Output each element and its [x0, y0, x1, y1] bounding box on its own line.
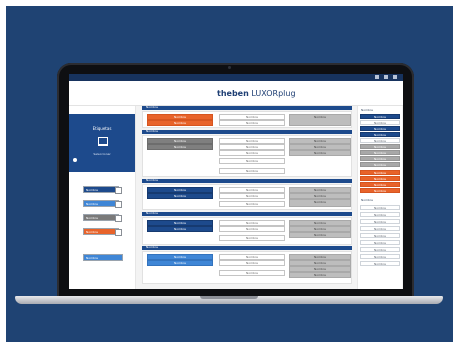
laptop-screen: theben LUXORplug Etiquetas Seleccionar N… [69, 74, 403, 289]
row-cell[interactable]: Nombre [147, 260, 213, 266]
sidebar-checkbox-2[interactable] [115, 201, 122, 208]
status-cell: Nombre [289, 199, 351, 207]
window-titlebar [69, 74, 403, 81]
right-panel-item[interactable]: Nombre [360, 156, 400, 161]
sidebar-button-4[interactable]: Nombre [83, 228, 119, 235]
right-panel-item[interactable]: Nombre [360, 170, 400, 175]
right-panel-item[interactable]: Nombre [360, 182, 400, 187]
section-header: Nombre [142, 129, 352, 134]
maximize-icon[interactable] [384, 75, 388, 79]
status-cell: Nombre [289, 114, 351, 126]
row-cell[interactable]: Nombre [219, 150, 285, 156]
nav-indicator-dot [73, 158, 77, 162]
sidebar-button-3[interactable]: Nombre [83, 214, 119, 221]
main-content: Nombre Nombre Nombre Nombre Nombre Nombr… [142, 105, 352, 289]
section-header: Nombre [142, 245, 352, 250]
minimize-icon[interactable] [375, 75, 379, 79]
right-panel-item[interactable]: Nombre [360, 254, 400, 259]
right-panel-heading: Nombre [360, 108, 400, 113]
sidebar-button-1[interactable]: Nombre [83, 186, 119, 193]
right-panel-item[interactable]: Nombre [360, 233, 400, 238]
laptop-base-notch [200, 296, 258, 299]
sidebar-button-5[interactable]: Nombre [83, 254, 123, 261]
section-header: Nombre [142, 211, 352, 216]
section-body: Nombre Nombre Nombre Nombre Nombre Nombr… [142, 251, 352, 284]
brand-logo: theben LUXORplug [217, 89, 296, 98]
section-header: Nombre [142, 178, 352, 183]
sidebar-button-2[interactable]: Nombre [83, 200, 119, 207]
right-panel-heading: Nombre [360, 198, 400, 203]
nav-card-subtitle: Seleccionar [93, 152, 111, 156]
section-body: Nombre Nombre Nombre Nombre Nombre Nombr… [142, 135, 352, 177]
row-cell[interactable]: Nombre [219, 270, 285, 276]
right-panel-item[interactable]: Nombre [360, 132, 400, 137]
right-panel-item[interactable]: Nombre [360, 240, 400, 245]
sidebar-checkbox-4[interactable] [115, 229, 122, 236]
sidebar-checkbox-1[interactable] [115, 187, 122, 194]
status-cell: Nombre [289, 272, 351, 278]
row-cell[interactable]: Nombre [147, 226, 213, 232]
row-cell[interactable]: Nombre [219, 158, 285, 164]
right-panel-item[interactable]: Nombre [360, 162, 400, 167]
right-panel-item[interactable]: Nombre [360, 120, 400, 125]
sidebar-checkbox-3[interactable] [115, 215, 122, 222]
row-cell[interactable]: Nombre [219, 201, 285, 207]
row-cell[interactable]: Nombre [147, 120, 213, 126]
row-cell[interactable]: Nombre [219, 168, 285, 174]
right-panel-item[interactable]: Nombre [360, 212, 400, 217]
right-panel-item[interactable]: Nombre [360, 126, 400, 131]
nav-card-title: Etiquetas [92, 126, 112, 131]
right-panel-item[interactable]: Nombre [360, 261, 400, 266]
camera-icon [228, 66, 231, 69]
right-panel-item[interactable]: Nombre [360, 219, 400, 224]
row-cell[interactable]: Nombre [219, 193, 285, 199]
row-cell[interactable]: Nombre [147, 144, 213, 150]
section-body: Nombre Nombre Nombre Nombre Nombre Nombr… [142, 184, 352, 210]
row-cell[interactable]: Nombre [219, 260, 285, 266]
right-panel-item[interactable]: Nombre [360, 114, 400, 119]
sidebar: Etiquetas Seleccionar Nombre Nombre Nomb… [69, 106, 136, 289]
right-panel-item[interactable]: Nombre [360, 188, 400, 193]
section-header: Nombre [142, 105, 352, 110]
right-panel-item[interactable]: Nombre [360, 138, 400, 143]
status-cell: Nombre [289, 232, 351, 238]
row-cell[interactable]: Nombre [219, 226, 285, 232]
section-body: Nombre Nombre Nombre Nombre Nombre Nombr… [142, 217, 352, 245]
nav-card-etiquetas[interactable]: Etiquetas Seleccionar [69, 114, 135, 172]
status-cell: Nombre [289, 150, 351, 156]
row-cell[interactable]: Nombre [219, 235, 285, 241]
right-panel-item[interactable]: Nombre [360, 247, 400, 252]
app-header: theben LUXORplug [69, 81, 403, 106]
section-body: Nombre Nombre Nombre Nombre Nombre [142, 111, 352, 128]
right-panel-item[interactable]: Nombre [360, 205, 400, 210]
right-panel-item[interactable]: Nombre [360, 144, 400, 149]
row-cell[interactable]: Nombre [147, 193, 213, 199]
right-panel-item[interactable]: Nombre [360, 176, 400, 181]
right-panel-item[interactable]: Nombre [360, 226, 400, 231]
monitor-icon [98, 137, 108, 146]
right-panel-item[interactable]: Nombre [360, 150, 400, 155]
right-panel: Nombre Nombre Nombre Nombre Nombre Nombr… [357, 106, 402, 289]
close-icon[interactable] [393, 75, 397, 79]
row-cell[interactable]: Nombre [219, 120, 285, 126]
